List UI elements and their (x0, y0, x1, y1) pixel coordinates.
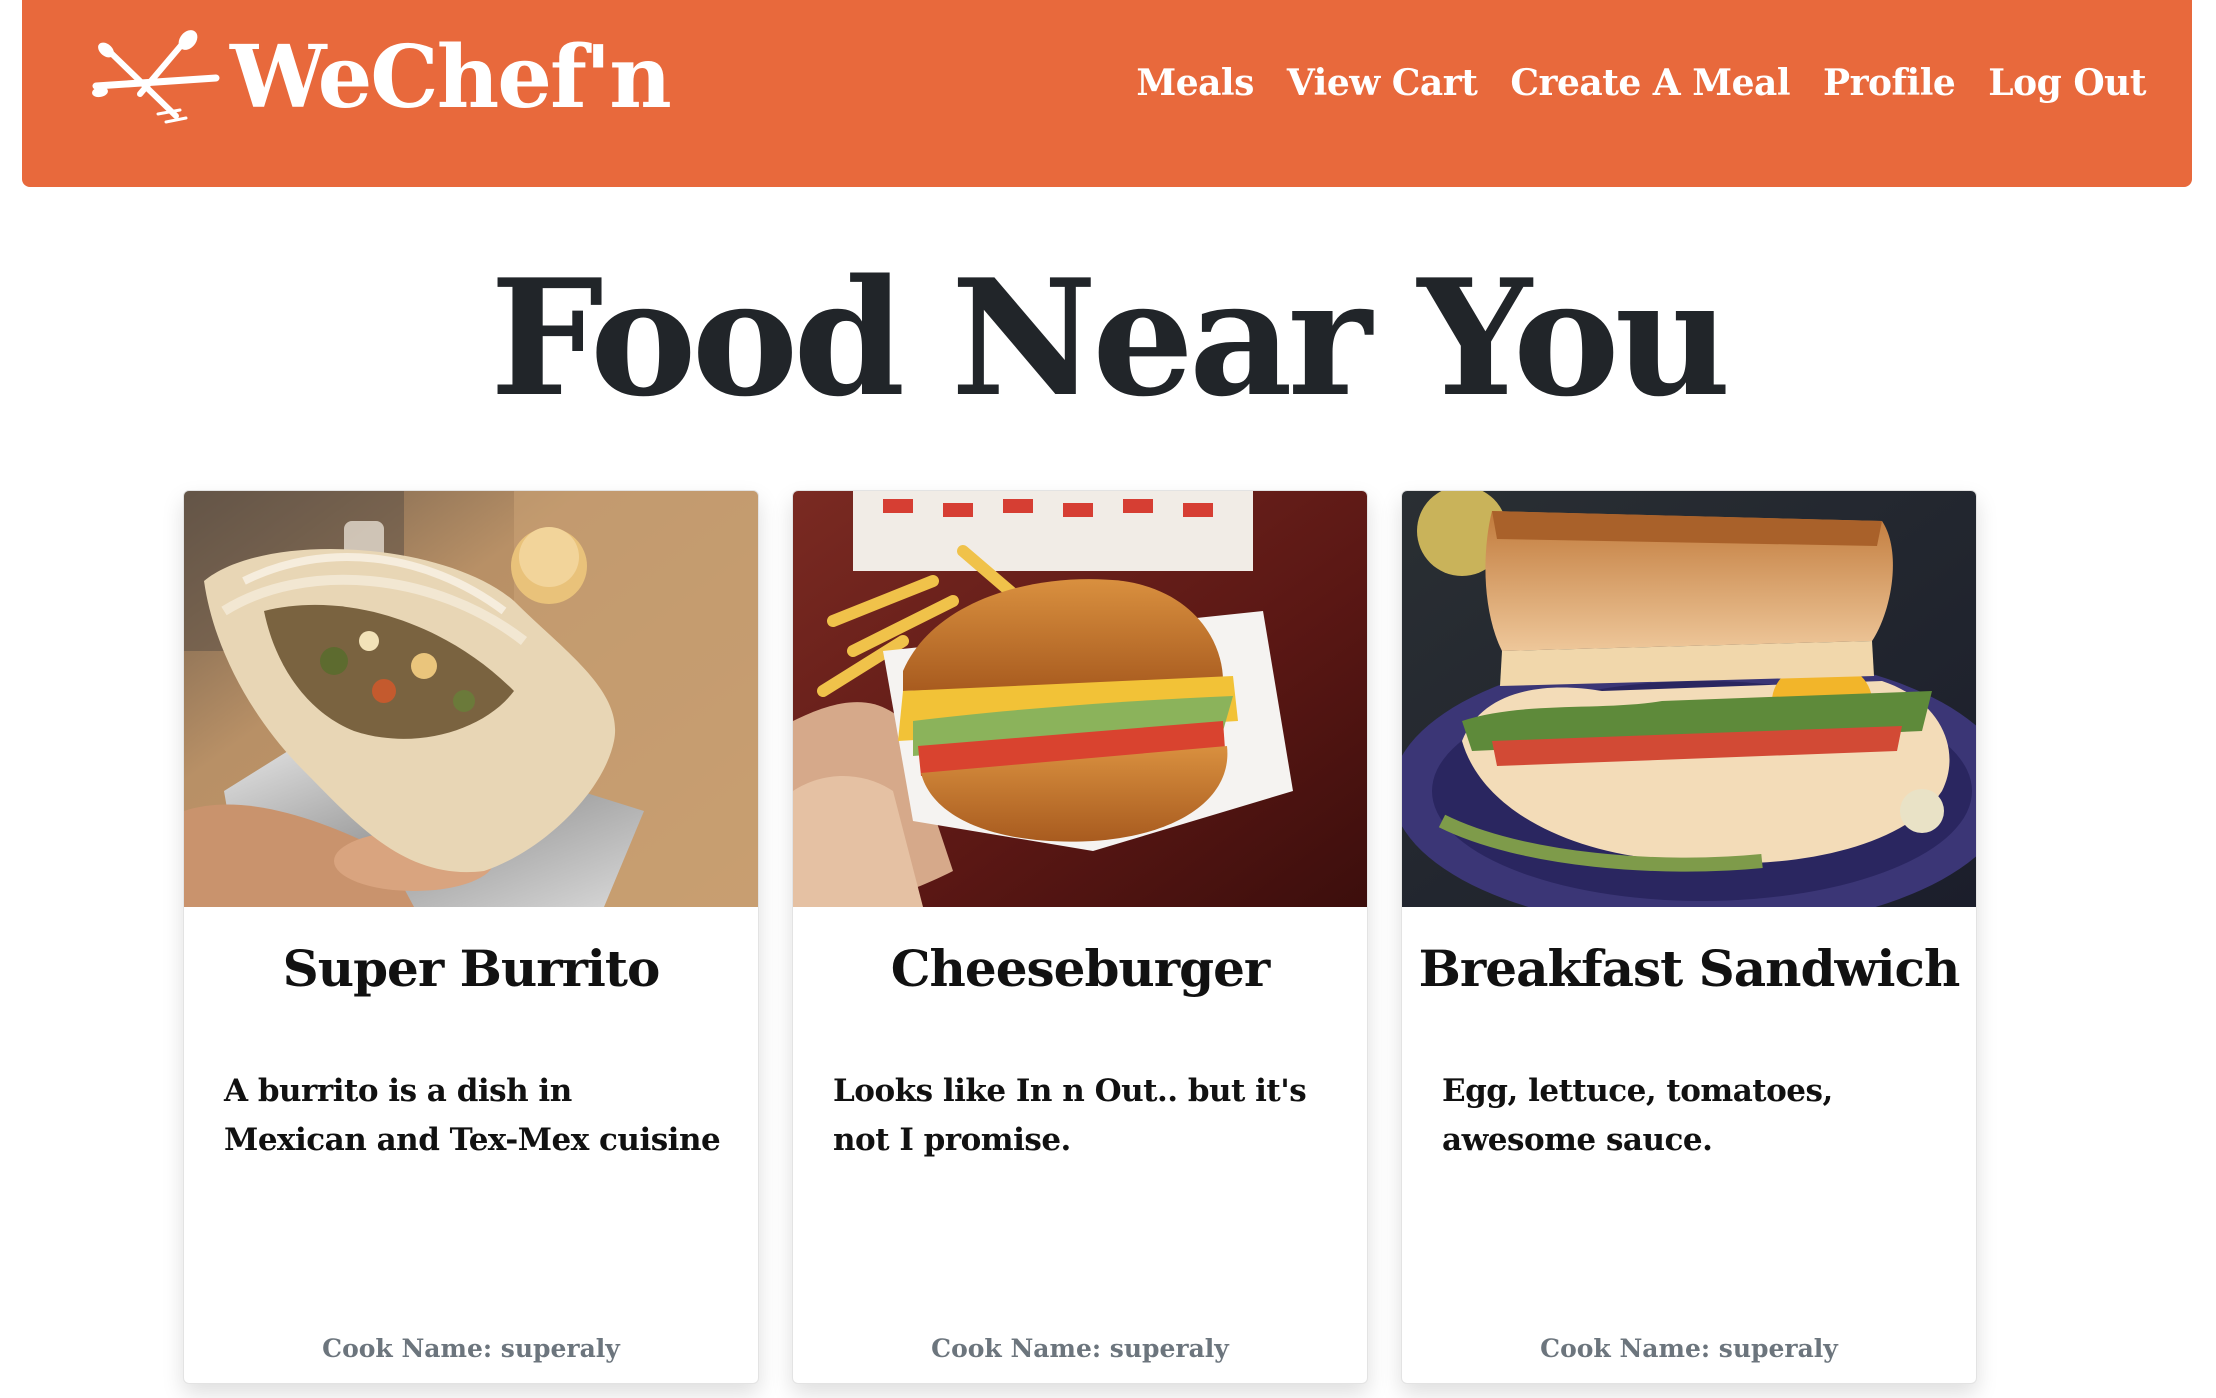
nav-link-view-cart[interactable]: View Cart (1287, 62, 1478, 104)
meal-description: Egg, lettuce, tomatoes, awesome sauce. (1442, 1073, 1833, 1158)
brand-link[interactable]: WeChef'n (88, 27, 672, 128)
meal-image-burrito[interactable] (184, 491, 758, 907)
meal-description: Looks like In n Out.. but it's not I pro… (833, 1073, 1307, 1158)
cook-name: Cook Name: superaly (1540, 1334, 1838, 1363)
nav-link-profile[interactable]: Profile (1823, 62, 1956, 104)
meal-title[interactable]: Cheeseburger (793, 939, 1367, 998)
meal-card-list: Super Burrito A burrito is a dish in Mex… (183, 490, 1977, 1384)
nav-links: Meals View Cart Create A Meal Profile Lo… (1136, 62, 2146, 104)
cook-name: Cook Name: superaly (931, 1334, 1229, 1363)
meal-image-cheeseburger[interactable] (793, 491, 1367, 907)
navbar: WeChef'n Meals View Cart Create A Meal P… (22, 0, 2192, 187)
page-title: Food Near You (490, 244, 1731, 432)
meal-card-breakfast-sandwich[interactable]: Breakfast Sandwich Egg, lettuce, tomatoe… (1401, 490, 1977, 1384)
nav-link-create-meal[interactable]: Create A Meal (1510, 62, 1790, 104)
nav-link-meals[interactable]: Meals (1136, 62, 1254, 104)
meal-card-cheeseburger[interactable]: Cheeseburger Looks like In n Out.. but i… (792, 490, 1368, 1384)
meal-card-super-burrito[interactable]: Super Burrito A burrito is a dish in Mex… (183, 490, 759, 1384)
meal-title[interactable]: Super Burrito (184, 939, 758, 998)
nav-link-log-out[interactable]: Log Out (1988, 62, 2146, 104)
brand-name: WeChef'n (230, 27, 672, 128)
fork-spoon-knife-icon (92, 30, 220, 124)
meal-description: A burrito is a dish in Mexican and Tex-M… (224, 1073, 721, 1158)
meal-title[interactable]: Breakfast Sandwich (1402, 939, 1976, 998)
cook-name: Cook Name: superaly (322, 1334, 620, 1363)
meal-image-breakfast-sandwich[interactable] (1402, 491, 1976, 907)
